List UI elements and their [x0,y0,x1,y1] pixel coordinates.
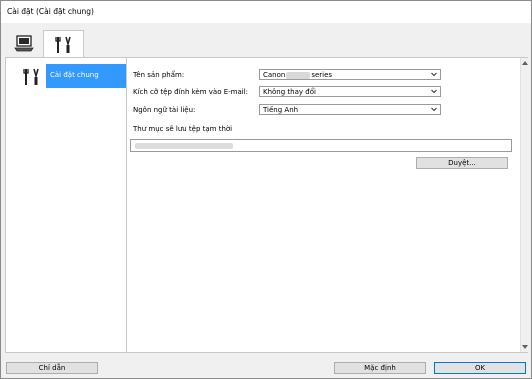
browse-button[interactable]: Duyệt... [416,157,508,169]
tab-general-settings[interactable] [43,30,84,58]
product-name-label: Tên sản phẩm: [133,71,185,79]
redacted-model [286,71,311,79]
product-name-select[interactable]: Canon series [259,69,441,80]
computer-icon [13,34,34,51]
tab-scan-settings[interactable] [6,30,41,57]
attachment-size-select[interactable]: Không thay đổi [259,86,441,97]
temp-folder-input[interactable] [130,139,512,152]
category-list: Cài đặt chung [6,58,127,352]
chevron-down-icon [431,89,437,94]
attachment-size-label: Kích cỡ tệp đính kèm vào E-mail: [133,88,249,96]
title-bar: Cài đặt (Cài đặt chung) [1,1,531,23]
sidebar-item-label: Cài đặt chung [46,64,126,88]
settings-panel: Cài đặt chung Tên sản phẩm: Canon series … [5,57,528,353]
doc-language-value: Tiếng Anh [263,106,299,114]
tools-icon [54,36,71,53]
vertical-scrollbar[interactable] [520,58,528,352]
window-title: Cài đặt (Cài đặt chung) [7,7,94,16]
chevron-down-icon [431,107,437,112]
help-button[interactable]: Chỉ dẫn [6,362,98,374]
ok-button[interactable]: OK [434,362,526,374]
defaults-button[interactable]: Mặc định [334,362,426,374]
doc-language-label: Ngôn ngữ tài liệu: [133,106,196,114]
chevron-down-icon [431,72,437,77]
attachment-size-value: Không thay đổi [263,88,316,96]
scroll-down-icon[interactable] [522,345,528,349]
temp-folder-label: Thư mục sẽ lưu tệp tạm thời [133,125,233,133]
settings-window: Cài đặt (Cài đặt chung) Cài đặt chung Tê… [0,0,532,379]
sidebar-item-general[interactable]: Cài đặt chung [10,64,126,88]
doc-language-select[interactable]: Tiếng Anh [259,104,441,115]
product-name-prefix: Canon [263,71,286,79]
redacted-path [135,143,233,149]
scroll-up-icon[interactable] [522,61,528,65]
tools-icon [23,68,39,85]
product-name-suffix: series [311,71,333,79]
